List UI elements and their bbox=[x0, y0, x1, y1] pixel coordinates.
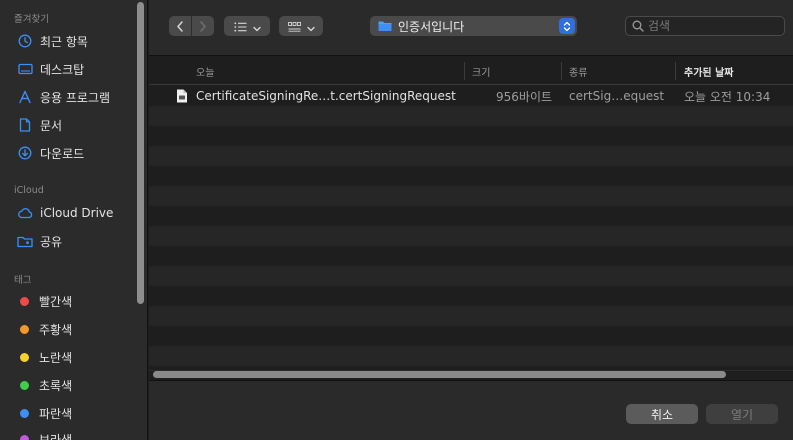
sidebar-item-downloads[interactable]: 다운로드 bbox=[8, 142, 134, 164]
sidebar-section-favorites: 즐겨찾기 bbox=[14, 14, 49, 25]
column-kind-header[interactable]: 종류 bbox=[569, 57, 587, 85]
empty-row bbox=[149, 326, 793, 346]
sidebar-item-icloud-drive[interactable]: iCloud Drive bbox=[8, 202, 134, 224]
tag-color-dot bbox=[20, 352, 29, 362]
search-field[interactable] bbox=[625, 16, 785, 36]
list-view-icon bbox=[233, 17, 247, 36]
applications-icon bbox=[16, 89, 34, 105]
chevron-left-icon bbox=[176, 17, 184, 36]
file-date-added: 오늘 오전 10:34 bbox=[684, 89, 771, 104]
horizontal-scrollbar[interactable] bbox=[153, 371, 726, 378]
column-header: 오늘 크기 종류 추가된 날짜 bbox=[149, 57, 793, 85]
sidebar-tag-blue[interactable]: 파란색 bbox=[8, 402, 134, 424]
column-name-header[interactable]: 오늘 bbox=[196, 57, 214, 85]
file-size: 956바이트 bbox=[496, 89, 553, 104]
sidebar-item-label: 데스크탑 bbox=[40, 62, 85, 77]
file-kind: certSig…equest bbox=[569, 89, 665, 103]
empty-row bbox=[149, 126, 793, 146]
sidebar-item-recents[interactable]: 최근 항목 bbox=[8, 30, 134, 52]
tag-color-dot bbox=[20, 408, 29, 418]
sidebar-item-label: 최근 항목 bbox=[40, 34, 88, 49]
empty-row bbox=[149, 106, 793, 126]
sidebar-tag-red[interactable]: 빨간색 bbox=[8, 290, 134, 312]
empty-row bbox=[149, 166, 793, 186]
empty-row bbox=[149, 226, 793, 246]
sidebar-item-label: 주황색 bbox=[39, 322, 73, 337]
sidebar-item-label: 응용 프로그램 bbox=[40, 90, 111, 105]
cloud-icon bbox=[16, 205, 34, 221]
empty-row bbox=[149, 306, 793, 326]
grid-view-icon bbox=[287, 17, 301, 36]
folder-icon bbox=[378, 17, 392, 36]
column-size-header[interactable]: 크기 bbox=[472, 57, 490, 85]
popup-stepper-icon bbox=[559, 18, 575, 34]
chevron-down-icon bbox=[252, 17, 261, 36]
empty-row bbox=[149, 146, 793, 166]
sidebar: 즐겨찾기 최근 항목 데스크탑 응용 프로그램 문서 다운로드 iCloud i… bbox=[0, 0, 148, 440]
file-rows: CertificateSigningRe…t.certSigningReques… bbox=[149, 86, 793, 366]
sidebar-tag-orange[interactable]: 주황색 bbox=[8, 318, 134, 340]
sidebar-item-label: 보라색 bbox=[39, 432, 73, 440]
sidebar-item-label: 공유 bbox=[40, 234, 63, 249]
back-button[interactable] bbox=[169, 16, 191, 36]
cancel-button[interactable]: 취소 bbox=[626, 404, 698, 424]
sidebar-item-shared[interactable]: 공유 bbox=[8, 230, 134, 252]
forward-button[interactable] bbox=[192, 16, 214, 36]
list-view-dropdown[interactable] bbox=[224, 16, 270, 36]
chevron-down-icon bbox=[306, 17, 315, 36]
toolbar: 인증서입니다 bbox=[149, 0, 793, 56]
shared-folder-icon bbox=[16, 233, 34, 249]
desktop-icon bbox=[16, 61, 34, 77]
file-list: 오늘 크기 종류 추가된 날짜 CertificateSigningRe…t.c… bbox=[149, 57, 793, 370]
empty-row bbox=[149, 266, 793, 286]
empty-row bbox=[149, 346, 793, 366]
table-row[interactable]: CertificateSigningRe…t.certSigningReques… bbox=[149, 86, 793, 106]
sidebar-tag-green[interactable]: 초록색 bbox=[8, 374, 134, 396]
certificate-file-icon bbox=[176, 86, 188, 106]
sidebar-item-label: 초록색 bbox=[39, 378, 73, 393]
sidebar-item-label: iCloud Drive bbox=[40, 206, 114, 220]
sidebar-item-desktop[interactable]: 데스크탑 bbox=[8, 58, 134, 80]
sidebar-item-label: 노란색 bbox=[39, 350, 73, 365]
document-icon bbox=[16, 117, 34, 133]
sidebar-scrollbar[interactable] bbox=[137, 2, 144, 304]
sidebar-item-label: 다운로드 bbox=[40, 146, 85, 161]
download-icon bbox=[16, 145, 34, 161]
sidebar-item-label: 빨간색 bbox=[39, 294, 73, 309]
chevron-right-icon bbox=[199, 17, 207, 36]
clock-icon bbox=[16, 33, 34, 49]
search-icon bbox=[632, 20, 644, 32]
open-button[interactable]: 열기 bbox=[706, 404, 778, 424]
empty-row bbox=[149, 286, 793, 306]
navigation-buttons bbox=[169, 16, 214, 36]
column-date-added-header[interactable]: 추가된 날짜 bbox=[684, 57, 733, 85]
tag-color-dot bbox=[20, 434, 29, 440]
empty-row bbox=[149, 206, 793, 226]
sidebar-tag-purple[interactable]: 보라색 bbox=[8, 428, 134, 440]
empty-row bbox=[149, 186, 793, 206]
tag-color-dot bbox=[20, 296, 29, 306]
sidebar-item-label: 문서 bbox=[40, 118, 63, 133]
dialog-footer: 취소 열기 bbox=[149, 380, 793, 440]
tag-color-dot bbox=[20, 380, 29, 390]
location-label: 인증서입니다 bbox=[398, 19, 465, 34]
sidebar-section-tags: 태그 bbox=[14, 275, 32, 286]
search-input[interactable] bbox=[648, 19, 768, 33]
grid-view-dropdown[interactable] bbox=[279, 16, 323, 36]
sidebar-item-applications[interactable]: 응용 프로그램 bbox=[8, 86, 134, 108]
sidebar-item-label: 파란색 bbox=[39, 406, 73, 421]
sidebar-section-icloud: iCloud bbox=[14, 185, 44, 196]
file-name: CertificateSigningRe…t.certSigningReques… bbox=[196, 89, 456, 103]
sidebar-tag-yellow[interactable]: 노란색 bbox=[8, 346, 134, 368]
sidebar-item-documents[interactable]: 문서 bbox=[8, 114, 134, 136]
empty-row bbox=[149, 246, 793, 266]
tag-color-dot bbox=[20, 324, 29, 334]
location-popup[interactable]: 인증서입니다 bbox=[370, 16, 577, 36]
